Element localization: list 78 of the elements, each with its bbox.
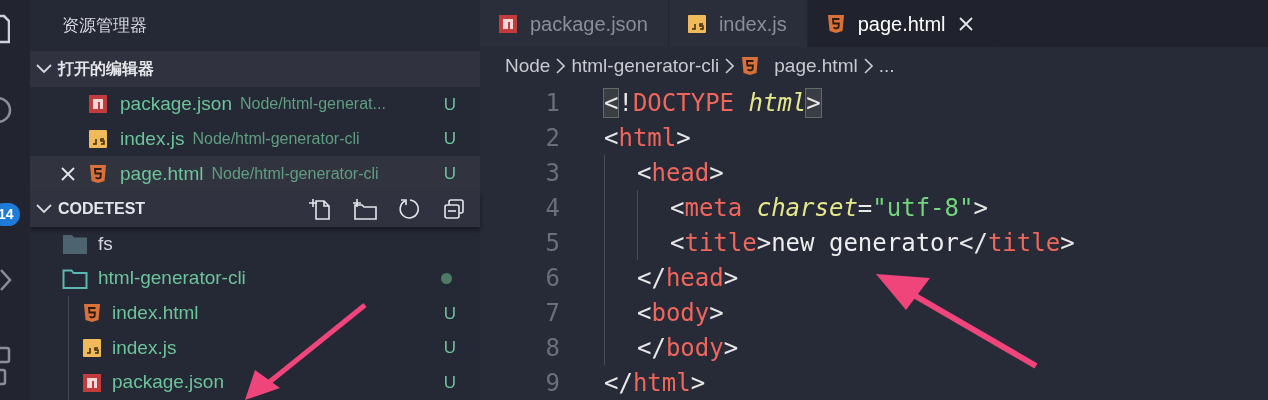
npm-file-icon [88,94,108,115]
section-header[interactable]: CODETEST [30,191,480,227]
sidebar-title: 资源管理器 [62,15,147,37]
git-status: U [443,371,456,394]
line-number: 3 [544,157,560,189]
file-item[interactable]: index.js U [30,330,480,366]
line-number: 8 [544,332,560,364]
file-item[interactable]: index.html U [30,296,480,331]
file-name: package.json [112,370,224,395]
file-name: page.html [120,161,204,186]
html-file-icon [740,56,761,77]
line-number: 4 [544,192,560,224]
code-line: <head> [637,157,724,189]
chevron-right-icon[interactable] [0,268,12,292]
section-title: CODETEST [58,198,146,219]
breadcrumb-item[interactable]: Node [505,51,551,81]
code-line: <!DOCTYPE html> [604,87,821,119]
line-number: 7 [544,297,560,329]
editor-tab[interactable]: index.js [668,0,808,48]
npm-file-icon [82,372,102,393]
chevron-down-icon[interactable] [36,64,52,75]
js-file-icon [88,129,108,150]
chevron-down-icon[interactable] [36,203,52,214]
section-title: 打开的编辑器 [58,59,154,80]
chevron-right-icon [556,58,566,75]
breadcrumb-item[interactable]: html-generator-cli [571,51,720,81]
file-item[interactable]: package.json U [30,365,480,400]
file-name: package.json [120,92,232,117]
folder-item[interactable]: fs [30,226,480,262]
new-file-icon[interactable] [308,196,332,221]
line-number: 6 [544,262,560,294]
collapse-all-icon[interactable] [442,196,466,221]
git-status: U [443,337,456,360]
git-status: U [443,163,456,185]
file-name: index.html [112,301,199,326]
breadcrumb-item[interactable]: ... [878,51,895,81]
file-path: Node/html-generat... [239,94,386,115]
git-status: U [443,302,456,325]
code-line: </body> [637,332,739,364]
breadcrumb-item[interactable]: page.html [774,51,858,81]
js-file-icon [686,13,707,34]
file-name: index.js [120,126,185,151]
window-icon[interactable] [0,346,12,386]
open-editor-item[interactable]: index.js Node/html-generator-cli U [30,121,480,157]
editor-tab[interactable]: package.json [480,0,669,48]
close-icon[interactable] [60,165,76,182]
js-file-icon [82,338,102,359]
line-number: 2 [544,122,560,154]
npm-file-icon [498,13,518,34]
new-folder-icon[interactable] [352,196,378,221]
file-path: Node/html-generator-cli [192,129,360,150]
html-file-icon [88,163,108,184]
file-icon[interactable] [0,14,10,44]
line-number: 1 [544,87,560,119]
folder-item[interactable]: html-generator-cli [30,261,480,297]
section-header[interactable]: 打开的编辑器 [30,51,480,88]
file-name: index.js [112,335,177,360]
open-editor-item[interactable]: page.html Node/html-generator-cli U [30,156,480,192]
line-number: 5 [544,227,560,259]
code-line: <body> [637,297,724,329]
code-line: <title>new generator</title> [670,227,1075,259]
code-line: <meta charset="utf-8"> [670,192,988,224]
open-editor-item[interactable]: package.json Node/html-generat... U [30,87,480,122]
chevron-right-icon [725,58,735,75]
refresh-icon[interactable] [398,196,422,221]
git-status: U [443,93,456,116]
code-line: </html> [604,367,706,399]
line-number: 9 [544,367,560,399]
file-name: fs [98,231,113,256]
file-path: Node/html-generator-cli [211,163,379,184]
html-file-icon [825,13,846,34]
chevron-right-icon [863,58,873,75]
code-line: <html> [604,122,691,154]
close-icon[interactable] [957,15,974,32]
html-file-icon [82,303,102,324]
code-line: </head> [637,262,739,294]
file-name: html-generator-cli [98,266,246,291]
git-status: U [443,128,456,151]
